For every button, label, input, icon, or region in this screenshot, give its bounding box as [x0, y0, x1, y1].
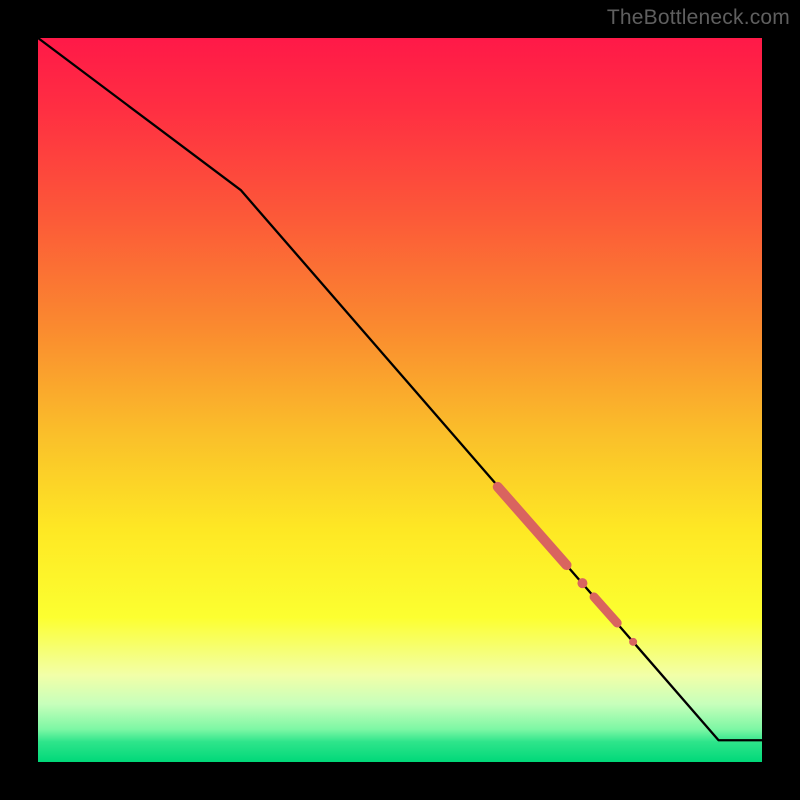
- watermark-text: TheBottleneck.com: [607, 6, 790, 30]
- background-gradient: [38, 38, 762, 762]
- chart-stage: TheBottleneck.com: [0, 0, 800, 800]
- plot-area: [38, 38, 762, 762]
